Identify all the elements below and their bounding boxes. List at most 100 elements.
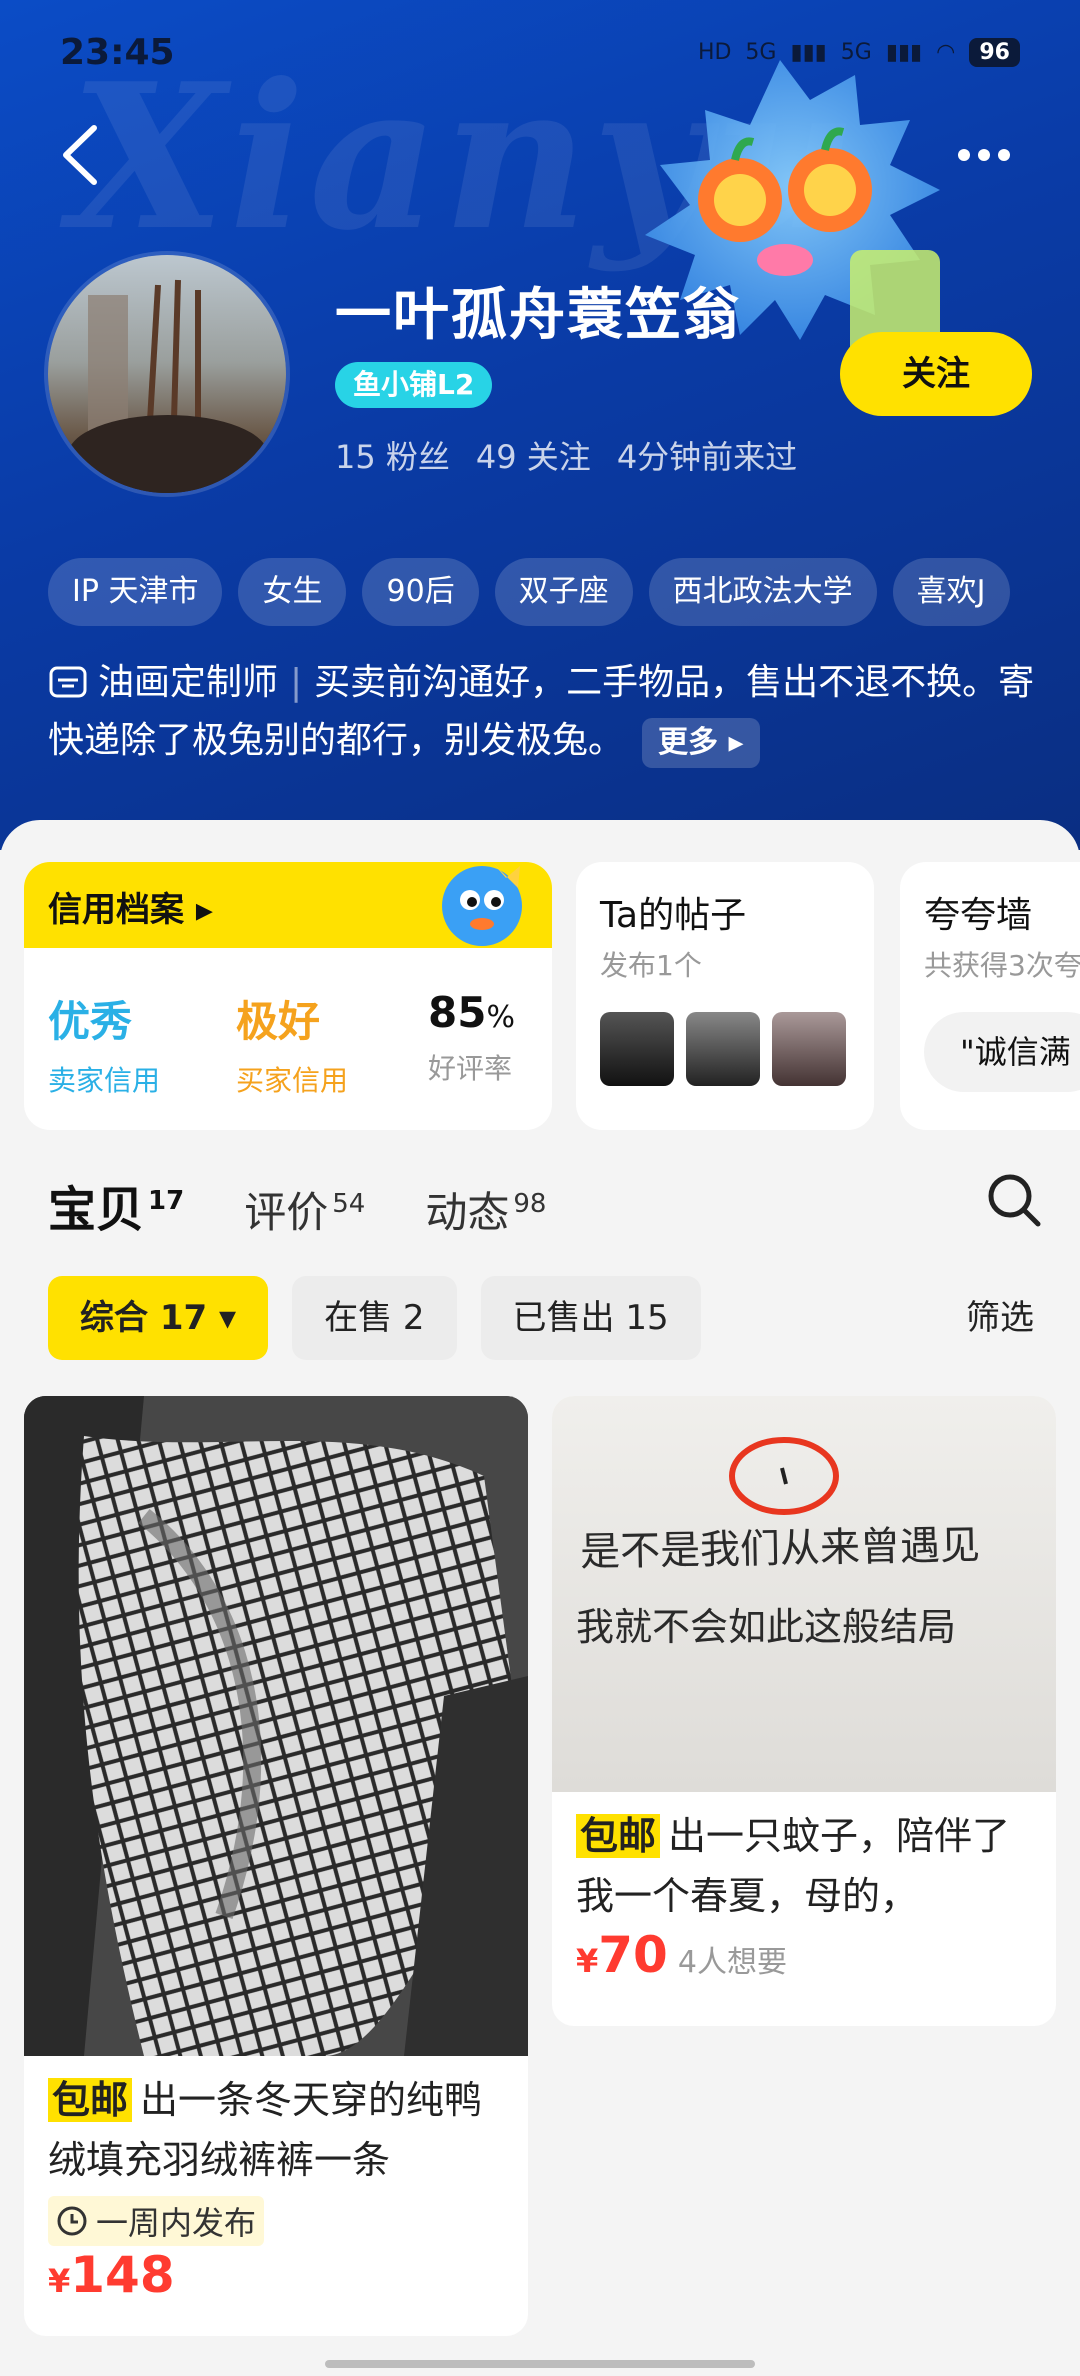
praise-wall-card[interactable]: 夸夸墙 共获得3次夸 "诚信满 (900, 862, 1080, 1130)
item-photo-note (729, 1437, 839, 1515)
posts-card-subtitle: 发布1个 (600, 949, 702, 982)
chevron-left-icon (63, 125, 97, 185)
main-content: 信用档案 ▸ 优秀 卖家信用 极好 买家信用 85% 好评率 Ta的帖子 发布1… (0, 820, 1080, 2376)
home-indicator[interactable] (325, 2360, 755, 2368)
back-button[interactable] (52, 120, 112, 190)
currency-symbol: ¥ (576, 1942, 599, 1980)
item-price: ¥70 4人想要 (552, 1926, 1056, 1984)
posts-card-title: Ta的帖子 (600, 895, 747, 936)
posts-card[interactable]: Ta的帖子 发布1个 (576, 862, 874, 1130)
status-time: 23:45 (60, 32, 175, 73)
shop-icon (49, 666, 87, 698)
user-stats: 15 粉丝 49 关注 4分钟前来过 (335, 432, 797, 478)
bio-role: 油画定制师 (98, 662, 279, 703)
item-filters: 综合 17 ▾ 在售 2 已售出 15 (48, 1276, 701, 1360)
dot-icon (958, 149, 970, 161)
tab-reviews-count: 54 (332, 1189, 366, 1219)
item-image (24, 1396, 528, 2056)
item-title: 包邮 出一只蚊子，陪伴了我一个春夏，母的， (576, 1814, 1011, 1918)
user-nickname: 一叶孤舟蓑笠翁 (335, 283, 741, 348)
note-handwriting-line1: 是不是我们从来曾遇见 (579, 1522, 981, 1576)
buyer-credit-value: 极好 (236, 997, 321, 1046)
tab-activity-label: 动态 (425, 1188, 510, 1237)
price-value: 148 (70, 2246, 175, 2304)
item-photo-pants (24, 1396, 528, 2056)
bio-divider: | (290, 662, 303, 703)
tab-reviews[interactable]: 评价 54 (244, 1179, 365, 1240)
item-meta: 一周内发布 (48, 2196, 504, 2246)
tag-zodiac: 双子座 (494, 558, 633, 626)
filter-button[interactable]: 筛选 (966, 1276, 1034, 1360)
filter-sold[interactable]: 已售出 15 (480, 1276, 701, 1360)
profile-tags: IP 天津市 女生 90后 双子座 西北政法大学 喜欢J (48, 558, 1010, 626)
battery-level: 96 (969, 38, 1020, 67)
seller-credit-value: 优秀 (48, 997, 133, 1046)
tab-reviews-label: 评价 (244, 1188, 329, 1237)
tab-activity[interactable]: 动态 98 (425, 1179, 546, 1240)
search-button[interactable] (984, 1170, 1044, 1230)
rating-label: 好评率 (428, 1052, 513, 1085)
caret-down-icon: ▾ (219, 1298, 237, 1338)
praise-pill: "诚信满 (924, 1012, 1080, 1092)
signal-icon: ▮▮▮ (790, 40, 827, 65)
dot-icon (978, 149, 990, 161)
tab-items-count: 17 (148, 1186, 185, 1216)
tag-school: 西北政法大学 (648, 558, 877, 626)
seller-credit: 优秀 卖家信用 (48, 988, 160, 1099)
post-thumbnail[interactable] (600, 1012, 674, 1086)
item-card[interactable]: 包邮 出一条冬天穿的纯鸭绒填充羽绒裤裤一条 一周内发布 ¥148 (24, 1396, 528, 2336)
signal-icon-2: ▮▮▮ (885, 40, 923, 65)
profile-bio: 油画定制师 | 买卖前沟通好，二手物品，售出不退不换。寄快递除了极兔别的都行，别发极… (48, 654, 1038, 770)
tab-items-label: 宝贝 (48, 1182, 145, 1238)
status-bar: 23:45 HD 5G ▮▮▮ 5G ▮▮▮ ◠ 96 (60, 32, 1020, 80)
seller-credit-label: 卖家信用 (48, 1064, 161, 1097)
network-label-5g-2: 5G (840, 40, 872, 65)
following-count[interactable]: 49 关注 (476, 432, 591, 478)
network-label-5g: 5G (745, 40, 777, 65)
item-image: 是不是我们从来曾遇见 我就不会如此这般结局 (552, 1396, 1056, 1792)
tag-gender: 女生 (238, 558, 347, 626)
follow-button[interactable]: 关注 (840, 332, 1032, 416)
posted-time-text: 一周内发布 (96, 2204, 257, 2242)
tab-activity-count: 98 (513, 1189, 547, 1219)
info-cards-row: 信用档案 ▸ 优秀 卖家信用 极好 买家信用 85% 好评率 Ta的帖子 发布1… (24, 842, 1080, 1132)
credit-card-body: 优秀 卖家信用 极好 买家信用 85% 好评率 (24, 948, 552, 1130)
status-icons: HD 5G ▮▮▮ 5G ▮▮▮ ◠ 96 (698, 38, 1020, 67)
wants-count: 4人想要 (677, 1945, 787, 1980)
dot-icon (998, 149, 1010, 161)
credit-profile-card[interactable]: 信用档案 ▸ 优秀 卖家信用 极好 买家信用 85% 好评率 (24, 862, 552, 1130)
more-options-button[interactable] (958, 140, 1028, 170)
post-thumbnails (600, 1012, 846, 1086)
buyer-credit-label: 买家信用 (236, 1064, 349, 1097)
post-thumbnail[interactable] (772, 1012, 846, 1086)
avatar-photo (68, 279, 268, 493)
filter-comprehensive[interactable]: 综合 17 ▾ (48, 1276, 269, 1360)
profile-header: Xianyu 23:45 HD 5G ▮▮▮ 5G ▮▮▮ ◠ 96 一叶孤舟蓑… (0, 0, 1080, 850)
tab-items[interactable]: 宝贝 17 (48, 1170, 184, 1240)
price-value: 70 (598, 1926, 668, 1984)
note-handwriting-line2: 我就不会如此这般结局 (576, 1605, 957, 1649)
shop-level-badge[interactable]: 鱼小铺L2 (335, 362, 493, 408)
buyer-credit: 极好 买家信用 (236, 988, 348, 1099)
post-thumbnail[interactable] (686, 1012, 760, 1086)
fans-count[interactable]: 15 粉丝 (335, 432, 450, 478)
network-label-hd: HD (697, 40, 732, 65)
avatar[interactable] (48, 255, 286, 493)
filter-on-sale[interactable]: 在售 2 (292, 1276, 457, 1360)
last-seen: 4分钟前来过 (616, 438, 798, 476)
posted-time-badge: 一周内发布 (48, 2196, 265, 2246)
rating-unit: % (486, 1000, 515, 1035)
credit-mascot-icon (442, 862, 522, 946)
wifi-icon: ◠ (936, 40, 956, 65)
credit-card-title: 信用档案 ▸ (48, 890, 213, 930)
item-title: 包邮 出一条冬天穿的纯鸭绒填充羽绒裤裤一条 (48, 2078, 483, 2182)
currency-symbol: ¥ (48, 2262, 71, 2300)
free-shipping-tag: 包邮 (576, 1814, 661, 1858)
positive-rating: 85% 好评率 (428, 988, 515, 1087)
credit-card-header: 信用档案 ▸ (24, 862, 552, 948)
free-shipping-tag: 包邮 (48, 2078, 133, 2122)
item-card[interactable]: 是不是我们从来曾遇见 我就不会如此这般结局 包邮 出一只蚊子，陪伴了我一个春夏，母… (552, 1396, 1056, 2026)
content-tabs: 宝贝 17 评价 54 动态 98 (48, 1170, 546, 1240)
tag-ip: IP 天津市 (48, 558, 223, 626)
bio-more-button[interactable]: 更多 ▸ (642, 718, 760, 768)
